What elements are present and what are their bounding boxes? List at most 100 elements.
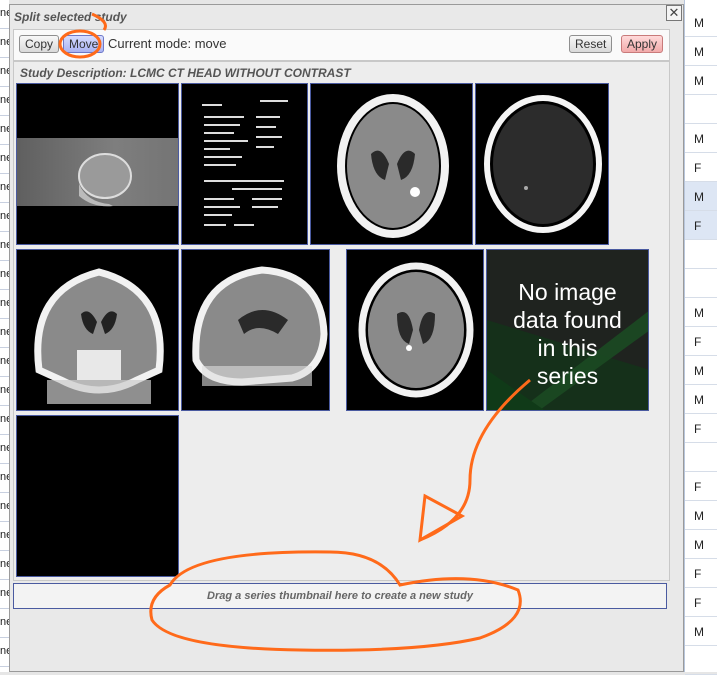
background-row-left: ne <box>0 638 9 667</box>
sagittal-brain-image <box>192 266 328 386</box>
background-row-left: ne <box>0 464 9 493</box>
dropzone-label: Drag a series thumbnail here to create a… <box>207 590 473 602</box>
series-thumbnail[interactable] <box>346 249 484 411</box>
sex-cell: M <box>694 45 704 59</box>
background-row-left: ne <box>0 609 9 638</box>
coronal-brain-image <box>34 268 164 404</box>
background-row-left: ne <box>0 58 9 87</box>
dose-report-image <box>202 100 288 226</box>
no-image-line-4: series <box>536 363 599 389</box>
sex-cell: M <box>694 16 704 30</box>
series-thumbnail[interactable] <box>181 249 330 411</box>
series-thumbnail[interactable] <box>475 83 609 245</box>
background-row-left: ne <box>0 551 9 580</box>
background-row-right: M <box>685 66 717 95</box>
sex-cell: F <box>694 567 702 581</box>
background-row-left: ne <box>0 261 9 290</box>
background-row-right: F <box>685 153 717 182</box>
background-row-left: ne <box>0 0 9 29</box>
background-row-right: M <box>685 298 717 327</box>
series-panel: Study Description: LCMC CT HEAD WITHOUT … <box>13 61 670 581</box>
reset-button[interactable]: Reset <box>569 35 613 53</box>
background-list-left: nenenenenenenenenenenenenenenenenenenene… <box>0 0 9 672</box>
background-row-left: ne <box>0 145 9 174</box>
sex-cell: M <box>694 625 704 639</box>
scout-image <box>17 138 178 207</box>
sex-cell: M <box>694 364 704 378</box>
series-thumbnail[interactable] <box>181 83 308 245</box>
sex-cell: F <box>694 219 702 233</box>
background-row-right: F <box>685 559 717 588</box>
background-row-right: M <box>685 124 717 153</box>
background-row-right: F <box>685 327 717 356</box>
sex-cell: F <box>694 161 702 175</box>
background-row-right: F <box>685 414 717 443</box>
split-study-dialog: Split selected study ✕ Copy Move Current… <box>9 4 684 672</box>
background-row-right: M <box>685 501 717 530</box>
sex-cell: F <box>694 480 702 494</box>
background-row-left: ne <box>0 232 9 261</box>
move-button[interactable]: Move <box>63 35 105 53</box>
new-study-dropzone[interactable]: Drag a series thumbnail here to create a… <box>13 583 667 609</box>
axial-brain-bone-image <box>484 95 602 233</box>
background-row-right: M <box>685 385 717 414</box>
background-row-right <box>685 95 717 124</box>
background-row-left: ne <box>0 290 9 319</box>
background-row-left: ne <box>0 29 9 58</box>
background-row-right: M <box>685 8 717 37</box>
background-row-right <box>685 646 717 675</box>
axial-brain-image-2 <box>358 262 474 398</box>
background-row-left: ne <box>0 348 9 377</box>
background-row-left: ne <box>0 406 9 435</box>
series-thumbnail[interactable] <box>16 83 179 245</box>
sex-cell: M <box>694 538 704 552</box>
close-icon[interactable]: ✕ <box>666 5 682 21</box>
sex-cell: M <box>694 74 704 88</box>
sex-cell: M <box>694 306 704 320</box>
background-row-right <box>685 443 717 472</box>
current-mode-text: Current mode: move <box>108 36 227 51</box>
background-row-left: ne <box>0 377 9 406</box>
background-row-right: F <box>685 472 717 501</box>
copy-button[interactable]: Copy <box>19 35 60 53</box>
sex-cell: F <box>694 596 702 610</box>
axial-brain-image <box>337 94 449 238</box>
sex-cell: M <box>694 393 704 407</box>
background-row-right: M <box>685 37 717 66</box>
background-row-right: M <box>685 356 717 385</box>
sex-cell: F <box>694 335 702 349</box>
background-row-right <box>685 269 717 298</box>
background-row-left: ne <box>0 522 9 551</box>
background-row-left: ne <box>0 319 9 348</box>
series-thumbnail[interactable] <box>16 249 179 411</box>
background-row-right <box>685 240 717 269</box>
background-row-left: ne <box>0 493 9 522</box>
no-image-line-1: No image <box>518 279 617 305</box>
dialog-titlebar[interactable]: Split selected study ✕ <box>10 5 683 27</box>
background-list-right: M M M M F M F M F M M F F M M F F M <box>684 0 717 675</box>
background-row-left: ne <box>0 87 9 116</box>
background-row-left: ne <box>0 435 9 464</box>
sex-cell: M <box>694 190 704 204</box>
apply-button[interactable]: Apply <box>621 35 664 53</box>
sex-cell: M <box>694 132 704 146</box>
sex-cell: F <box>694 422 702 436</box>
no-image-thumbnail[interactable]: No image data found in this series <box>486 249 649 411</box>
dialog-toolbar: Copy Move Current mode: move Reset Apply <box>13 29 670 61</box>
series-thumbnail[interactable] <box>16 415 179 577</box>
background-row-right: M <box>685 530 717 559</box>
sex-cell: M <box>694 509 704 523</box>
background-row-right: F <box>685 211 717 240</box>
dialog-title: Split selected study <box>14 10 127 24</box>
background-row-right: F <box>685 588 717 617</box>
background-row-left: ne <box>0 174 9 203</box>
background-row-left: ne <box>0 580 9 609</box>
background-row-left: ne <box>0 203 9 232</box>
no-image-line-2: data found <box>513 307 622 333</box>
study-description: Study Description: LCMC CT HEAD WITHOUT … <box>20 66 351 80</box>
no-image-line-3: in this <box>537 335 598 361</box>
background-row-left: ne <box>0 116 9 145</box>
background-row-right: M <box>685 182 717 211</box>
background-row-right: M <box>685 617 717 646</box>
series-thumbnail[interactable] <box>310 83 473 245</box>
